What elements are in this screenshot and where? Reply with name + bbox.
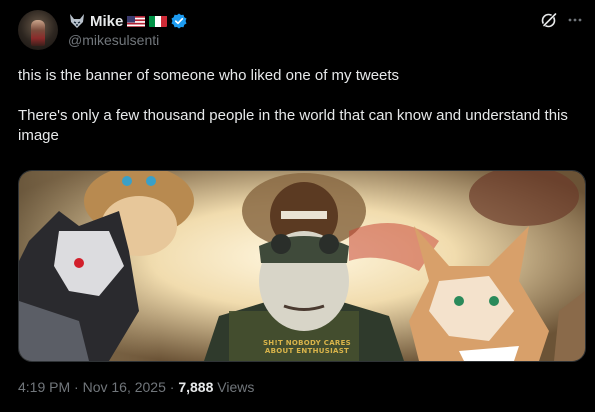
views-count: 7,888 [178, 379, 214, 395]
verified-badge-icon[interactable] [171, 13, 187, 29]
tweet: Mike @mikesulsenti this is the banner of… [0, 0, 595, 412]
meta-separator: · [169, 379, 175, 395]
grok-icon[interactable] [540, 11, 558, 29]
tweet-media-image[interactable]: SH!T NOBODY CARES ABOUT ENTHUSIAST [18, 170, 586, 362]
us-flag-icon [127, 15, 146, 27]
tweet-meta: 4:19 PM · Nov 16, 2025 · 7,888 Views [18, 379, 254, 395]
tweet-time[interactable]: 4:19 PM [18, 379, 70, 395]
media-caption: SH!T NOBODY CARES ABOUT ENTHUSIAST [262, 339, 352, 355]
avatar[interactable] [18, 10, 58, 50]
more-icon[interactable] [566, 11, 584, 29]
tweet-text-line-2: There's only a few thousand people in th… [18, 107, 568, 144]
display-name[interactable]: Mike [90, 13, 123, 30]
author-row: Mike [68, 12, 187, 30]
author-handle[interactable]: @mikesulsenti [68, 32, 159, 48]
italy-flag-icon [149, 15, 168, 27]
tweet-date[interactable]: Nov 16, 2025 [83, 379, 166, 395]
views-label: Views [217, 379, 255, 395]
tweet-text-line-1: this is the banner of someone who liked … [18, 67, 400, 84]
meta-separator: · [74, 379, 79, 395]
fox-emoji-icon [68, 13, 86, 29]
tweet-text: this is the banner of someone who liked … [18, 66, 578, 146]
